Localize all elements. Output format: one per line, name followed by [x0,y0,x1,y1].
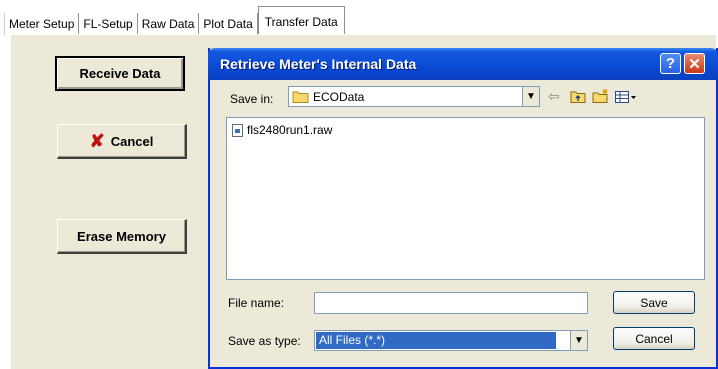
file-list[interactable]: fls2480run1.raw [226,117,705,280]
raw-file-icon [232,123,243,137]
receive-data-button[interactable]: Receive Data [55,56,185,91]
tab-fl-setup[interactable]: FL-Setup [79,13,138,35]
up-folder-icon[interactable] [570,90,586,104]
save-button-label: Save [640,295,668,310]
tab-strip: Meter Setup FL-Setup Raw Data Plot Data … [4,2,345,35]
chevron-down-icon[interactable]: ▼ [522,87,539,106]
x-icon: ✘ [89,131,105,151]
file-name-text: fls2480run1.raw [247,123,333,137]
tab-transfer-data[interactable]: Transfer Data [257,6,345,35]
close-icon: ✕ [688,55,701,73]
dialog-cancel-button[interactable]: Cancel [613,327,695,350]
help-icon: ? [665,55,676,72]
save-button[interactable]: Save [613,291,695,314]
dialog-cancel-label: Cancel [635,331,673,346]
view-menu-icon[interactable] [615,91,637,103]
receive-data-label: Receive Data [79,66,161,81]
cancel-button[interactable]: ✘ Cancel [57,124,187,159]
back-arrow-icon[interactable]: ⇦ [548,88,560,105]
erase-memory-label: Erase Memory [77,228,166,244]
save-as-type-value: All Files (*.*) [316,332,556,349]
file-name-field[interactable] [314,292,588,314]
tab-meter-setup[interactable]: Meter Setup [4,13,80,35]
file-name-label: File name: [228,296,285,310]
save-in-dropdown[interactable]: ECOData ▼ [288,86,540,107]
close-button[interactable]: ✕ [684,53,705,74]
tab-plot-data[interactable]: Plot Data [199,13,258,35]
save-as-type-label: Save as type: [228,334,301,348]
tab-raw-data[interactable]: Raw Data [137,13,200,35]
save-as-type-dropdown[interactable]: All Files (*.*) ▼ [314,330,588,351]
save-in-value: ECOData [313,90,365,104]
application-window: Meter Setup FL-Setup Raw Data Plot Data … [0,0,718,369]
list-item[interactable]: fls2480run1.raw [232,123,332,137]
dialog-titlebar[interactable]: Retrieve Meter's Internal Data ? ✕ [208,48,718,80]
erase-memory-button[interactable]: Erase Memory [57,219,187,254]
dialog-title: Retrieve Meter's Internal Data [220,56,417,72]
help-button[interactable]: ? [660,53,681,74]
new-folder-icon[interactable] [592,89,609,104]
cancel-label: Cancel [110,133,154,149]
chevron-down-icon[interactable]: ▼ [570,331,587,350]
retrieve-data-dialog: Retrieve Meter's Internal Data ? ✕ Save … [208,48,718,369]
folder-icon [292,91,309,103]
save-in-label: Save in: [230,92,274,106]
